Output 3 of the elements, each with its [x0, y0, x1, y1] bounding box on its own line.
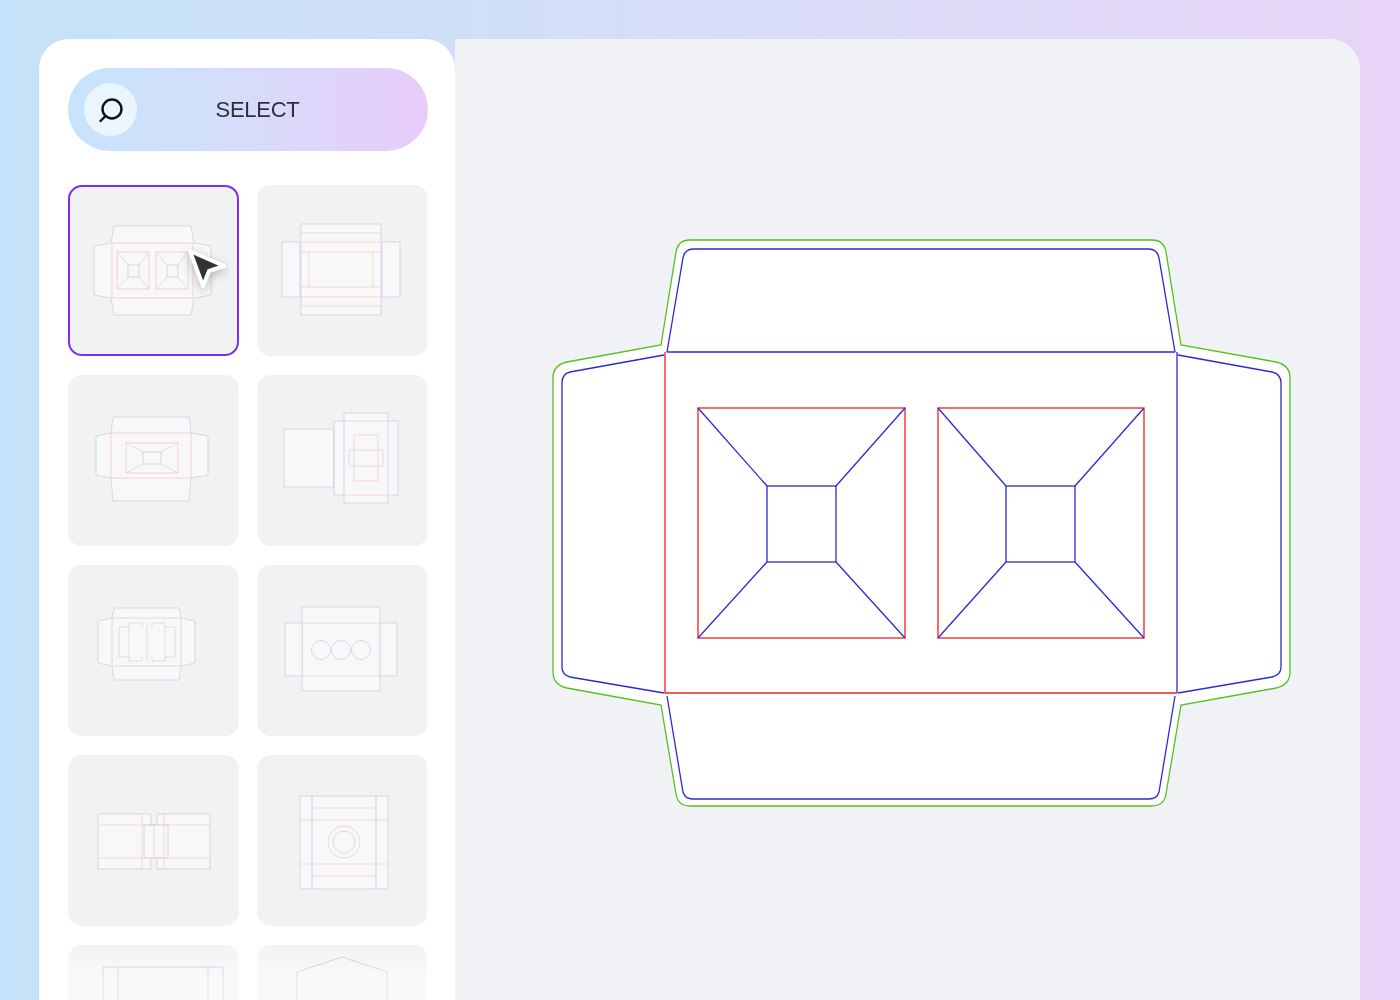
search-icon — [84, 83, 137, 136]
template-card[interactable] — [68, 185, 239, 356]
select-button[interactable]: SELECT — [68, 68, 428, 151]
